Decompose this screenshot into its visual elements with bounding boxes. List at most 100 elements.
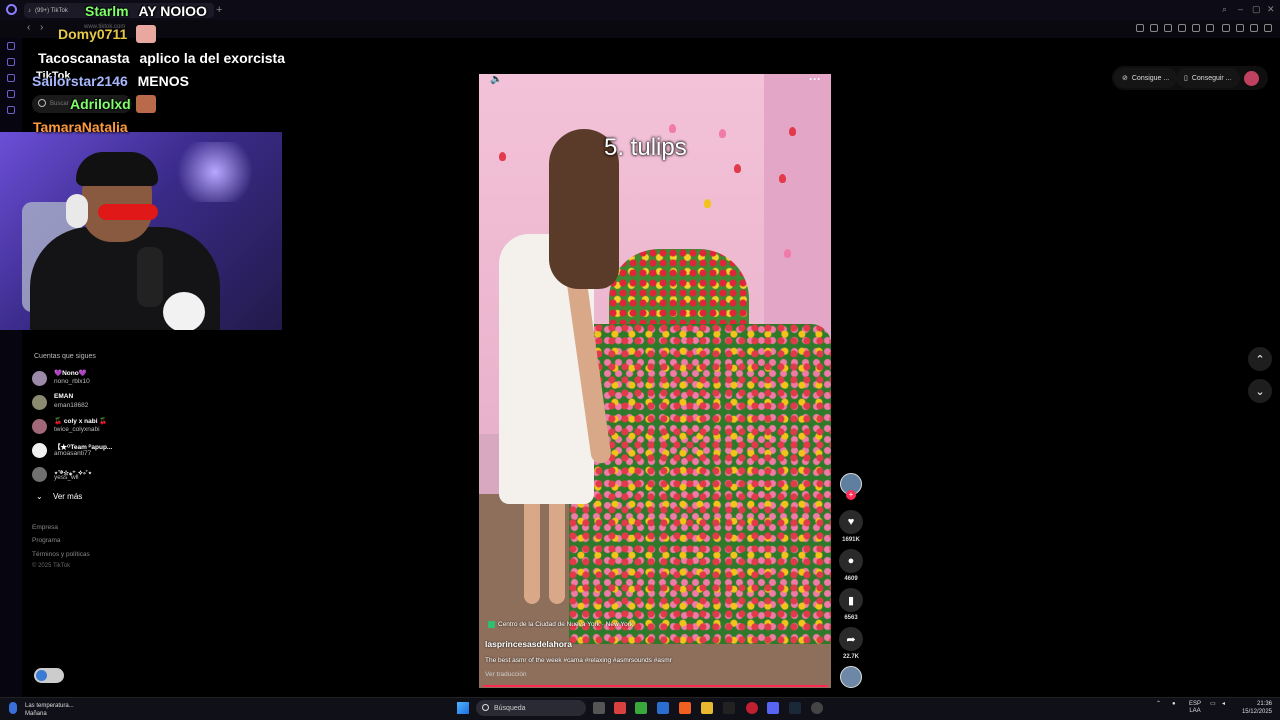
chat-message: AY NOIOO <box>138 3 207 19</box>
chat-user: Domy0711 <box>58 26 128 42</box>
play-icon[interactable] <box>1192 24 1200 32</box>
streamer-hair <box>76 152 158 186</box>
following-item[interactable]: 🍒 coly x nabi 🍒 twice_colyxnabi <box>32 417 152 437</box>
tulip-bed <box>569 324 831 644</box>
leg <box>524 494 540 604</box>
footer-link-company[interactable]: Empresa <box>32 524 58 531</box>
chat-user: TamaraNatalia <box>33 119 128 135</box>
video-location[interactable]: Centro de la Ciudad de Nueva York · New … <box>488 621 633 628</box>
back-icon[interactable]: ‹ <box>27 22 30 33</box>
weather-icon[interactable] <box>9 702 17 714</box>
heart-icon[interactable] <box>1206 24 1214 32</box>
music-disc-avatar[interactable] <box>840 666 862 688</box>
extension-icon[interactable] <box>1150 24 1158 32</box>
minimize-button[interactable]: – <box>1238 4 1243 14</box>
translate-icon[interactable] <box>1178 24 1186 32</box>
opera-taskbar-icon[interactable] <box>746 702 758 714</box>
close-button[interactable]: ✕ <box>1267 4 1275 15</box>
see-more-link[interactable]: ⌄ Ver más <box>36 492 82 501</box>
get-coins-button[interactable]: ⊘ Consigue ... <box>1114 68 1178 88</box>
steam-icon[interactable] <box>789 702 801 714</box>
plush-toy <box>163 292 205 330</box>
weather-line1: Las temperatura... <box>25 703 74 709</box>
sidebar-home-icon[interactable] <box>7 42 15 50</box>
next-video-button[interactable]: ⌄ <box>1248 379 1272 403</box>
wall-tulip <box>719 129 726 138</box>
footer-link-program[interactable]: Programa <box>32 537 61 544</box>
app-icon[interactable] <box>614 702 626 714</box>
tray-mic-icon[interactable]: ● <box>1172 701 1176 708</box>
language-indicator[interactable]: ESP LAA <box>1189 701 1201 715</box>
video-description: The best asmr of the week #cama #relaxin… <box>485 657 672 664</box>
comment-button[interactable]: ● <box>839 549 863 573</box>
profile-avatar[interactable] <box>1244 71 1259 86</box>
video-player[interactable]: 🔈 ··· 5. tulips Centro de la Ciudad de N… <box>479 74 831 688</box>
save-count: 6563 <box>844 615 858 621</box>
avatar <box>32 395 47 410</box>
discord-icon[interactable] <box>767 702 779 714</box>
sidebar-history-icon[interactable] <box>7 58 15 66</box>
volume-tray-icon[interactable]: ◂ <box>1222 701 1225 708</box>
capcut-icon[interactable] <box>723 702 735 714</box>
location-text: Centro de la Ciudad de Nueva York · New … <box>498 621 634 628</box>
share-button[interactable]: ➦ <box>839 627 863 651</box>
translate-link[interactable]: Ver traducción <box>485 671 527 678</box>
like-button[interactable]: ♥ <box>839 510 863 534</box>
previous-video-button[interactable]: ⌃ <box>1248 347 1272 371</box>
comment-icon: ● <box>847 555 855 567</box>
following-item[interactable]: EMAN eman18682 <box>32 393 152 413</box>
wallet-icon[interactable] <box>1236 24 1244 32</box>
chat-icon[interactable] <box>1222 24 1230 32</box>
vscode-icon[interactable] <box>657 702 669 714</box>
sidebar-messenger-icon[interactable] <box>7 90 15 98</box>
following-item[interactable]: ⋆˚࿔☆⁎⁺˳✧༚˚⋆ yess_wii <box>32 465 152 485</box>
download-icon[interactable] <box>1250 24 1258 32</box>
video-author[interactable]: lasprincesasdelahora <box>485 639 572 649</box>
following-username: nono_rblx10 <box>54 378 90 385</box>
task-view-icon[interactable] <box>593 702 605 714</box>
forward-icon[interactable]: › <box>40 22 43 33</box>
file-explorer-icon[interactable] <box>701 702 713 714</box>
new-tab-button[interactable]: + <box>216 4 222 16</box>
network-icon[interactable]: ▭ <box>1210 701 1216 708</box>
following-name: 💜Nono💜 <box>54 370 87 377</box>
obs-icon[interactable] <box>811 702 823 714</box>
chat-message: aplico la del exorcista <box>139 50 285 66</box>
video-progress-bar[interactable] <box>483 685 828 687</box>
taskbar-clock[interactable]: 21:36 15/12/2025 <box>1238 700 1272 716</box>
following-item[interactable]: 【★ᴼTeam ᴾapup... amoasanti77 <box>32 441 152 461</box>
get-app-label: Conseguir ... <box>1191 74 1232 82</box>
footer-link-terms[interactable]: Términos y políticas <box>32 551 90 558</box>
brave-icon[interactable] <box>679 702 691 714</box>
share-icon: ➦ <box>846 633 856 646</box>
menu-icon[interactable] <box>1264 24 1272 32</box>
comment-count: 4609 <box>844 576 858 582</box>
follow-plus-icon[interactable]: + <box>846 490 856 500</box>
search-placeholder: Buscar <box>50 101 69 107</box>
video-caption: 5. tulips <box>604 134 687 161</box>
tray-chevron-icon[interactable]: ⌃ <box>1156 701 1161 708</box>
share-count: 22.7K <box>842 654 859 660</box>
following-username: twice_colyxnabi <box>54 426 100 433</box>
wall-tulip <box>779 174 786 183</box>
get-app-button[interactable]: ▯ Conseguir ... <box>1176 68 1240 88</box>
more-options-icon[interactable]: ··· <box>809 74 821 86</box>
taskbar-search[interactable]: Búsqueda <box>476 700 586 716</box>
weather-widget[interactable]: Las temperatura... Mañana <box>25 702 74 718</box>
following-item[interactable]: 💜Nono💜 nono_rblx10 <box>32 369 152 389</box>
sidebar-settings-icon[interactable] <box>7 106 15 114</box>
red-sunglasses <box>98 204 158 220</box>
search-tabs-icon[interactable]: ⌕ <box>1222 4 1227 15</box>
opera-logo-icon[interactable] <box>6 4 17 15</box>
volume-icon[interactable]: 🔈 <box>490 74 502 85</box>
start-button[interactable] <box>457 702 469 714</box>
sidebar-downloads-icon[interactable] <box>7 74 15 82</box>
bookmark-icon[interactable] <box>1136 24 1144 32</box>
save-button[interactable]: ▮ <box>839 588 863 612</box>
camera-icon[interactable] <box>1164 24 1172 32</box>
maximize-button[interactable]: ▢ <box>1252 4 1261 15</box>
minecraft-icon[interactable] <box>635 702 647 714</box>
theme-toggle[interactable] <box>34 668 64 683</box>
tab-title: (99+) TikTok <box>35 7 68 14</box>
headset <box>66 194 88 228</box>
